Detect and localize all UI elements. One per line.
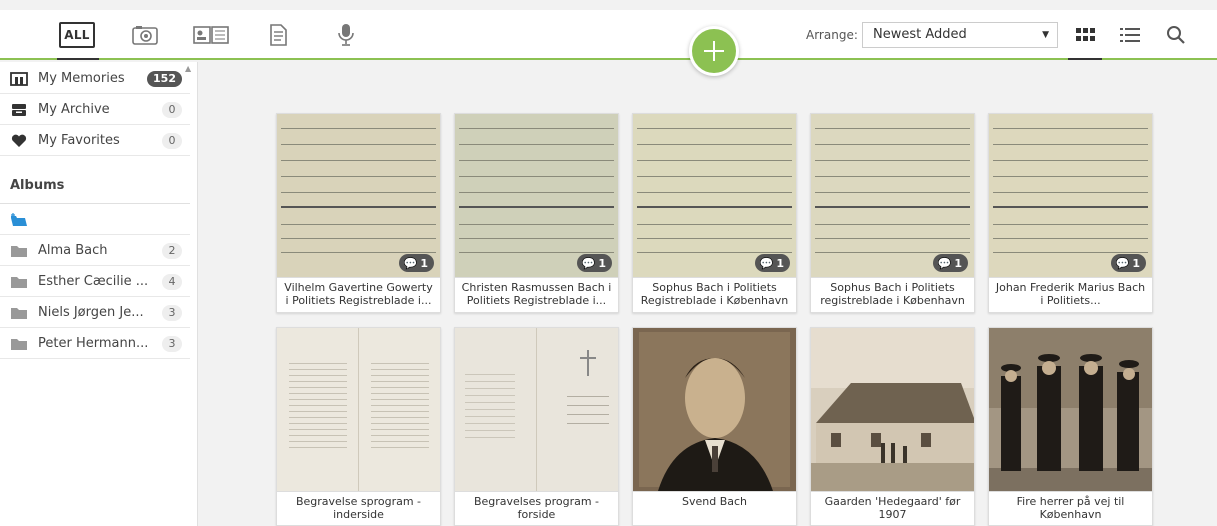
book-icon	[193, 26, 229, 44]
comment-count-badge: 💬 1	[1110, 254, 1146, 272]
filter-all-label: ALL	[64, 28, 90, 42]
sidebar-item-my-favorites[interactable]: My Favorites 0	[0, 126, 190, 156]
card-caption: Begravelses program - forside	[455, 491, 618, 524]
arrange-select[interactable]: Newest Added ▼	[862, 22, 1058, 48]
sidebar-item-my-archive[interactable]: My Archive 0	[0, 95, 190, 125]
dropdown-caret-icon: ▼	[1042, 30, 1049, 40]
memory-card[interactable]: 💬 1 Sophus Bach i Politiets Registreblade…	[632, 113, 797, 313]
search-icon	[1167, 26, 1185, 44]
plus-icon	[704, 41, 724, 61]
filter-active-underline	[57, 58, 99, 60]
camera-icon	[132, 26, 158, 45]
sidebar: My Memories 152 My Archive 0 My Favorite…	[0, 62, 198, 526]
folder-icon	[10, 305, 28, 321]
list-view-button[interactable]	[1117, 24, 1143, 46]
registration-document-thumbnail	[633, 114, 796, 277]
sidebar-item-label: My Archive	[38, 102, 110, 117]
album-count-badge: 3	[162, 304, 182, 321]
memory-card[interactable]: Begravelse sprogram - inderside	[276, 327, 441, 526]
four-men-photo-thumbnail	[989, 328, 1152, 491]
filter-audio-button[interactable]	[333, 22, 359, 48]
new-album-button[interactable]	[0, 205, 190, 235]
view-active-underline	[1068, 58, 1102, 60]
folder-icon	[10, 336, 28, 352]
card-caption: Johan Frederik Marius Bach i Politiets..…	[989, 277, 1152, 310]
memory-card[interactable]: Gaarden 'Hedegaard' før 1907	[810, 327, 975, 526]
memory-card[interactable]: Svend Bach	[632, 327, 797, 526]
card-caption: Christen Rasmussen Bach i Politiets Regi…	[455, 277, 618, 310]
comment-icon: 💬	[759, 256, 774, 270]
folder-icon	[10, 274, 28, 290]
funeral-program-thumbnail	[277, 328, 440, 491]
new-folder-icon	[10, 212, 28, 228]
album-count-badge: 3	[162, 335, 182, 352]
memory-card[interactable]: 💬 1 Vilhelm Gavertine Gowerty i Politiets…	[276, 113, 441, 313]
comment-count-badge: 💬 1	[932, 254, 968, 272]
memory-card[interactable]: 💬 1 Sophus Bach i Politiets registreblade…	[810, 113, 975, 313]
folder-icon	[10, 243, 28, 259]
filter-all-button[interactable]: ALL	[59, 22, 95, 48]
album-count-badge: 2	[162, 242, 182, 259]
comment-icon: 💬	[581, 256, 596, 270]
memory-card[interactable]: Begravelses program - forside	[454, 327, 619, 526]
archive-icon	[10, 102, 28, 118]
portrait-photo-thumbnail	[633, 328, 796, 491]
album-item-alma-bach[interactable]: Alma Bach 2	[0, 236, 190, 266]
memory-card[interactable]: Fire herrer på vej til København	[988, 327, 1153, 526]
sidebar-item-label: My Memories	[38, 71, 125, 86]
album-item-esther[interactable]: Esther Cæcilie ... 4	[0, 267, 190, 297]
card-caption: Vilhelm Gavertine Gowerty i Politiets Re…	[277, 277, 440, 310]
comment-icon: 💬	[937, 256, 952, 270]
divider	[0, 203, 190, 204]
card-caption: Sophus Bach i Politiets Registreblade i …	[633, 277, 796, 310]
card-caption: Sophus Bach i Politiets registreblade i …	[811, 277, 974, 310]
grid-icon	[1076, 28, 1095, 41]
album-item-niels[interactable]: Niels Jørgen Je... 3	[0, 298, 190, 328]
album-label: Alma Bach	[38, 243, 108, 258]
microphone-icon	[338, 24, 354, 46]
filter-photos-button[interactable]	[130, 22, 160, 48]
album-label: Peter Hermann...	[38, 336, 149, 351]
album-count-badge: 4	[162, 273, 182, 290]
sidebar-item-label: My Favorites	[38, 133, 120, 148]
heart-icon	[10, 133, 28, 149]
sidebar-item-my-memories[interactable]: My Memories 152	[0, 64, 190, 94]
album-label: Niels Jørgen Je...	[38, 305, 144, 320]
memory-card[interactable]: 💬 1 Christen Rasmussen Bach i Politiets R…	[454, 113, 619, 313]
filter-documents-button[interactable]	[265, 22, 291, 48]
registration-document-thumbnail	[989, 114, 1152, 277]
farmhouse-photo-thumbnail	[811, 328, 974, 491]
registration-document-thumbnail	[277, 114, 440, 277]
memory-card[interactable]: 💬 1 Johan Frederik Marius Bach i Politiet…	[988, 113, 1153, 313]
comment-count-badge: 💬 1	[576, 254, 612, 272]
album-label: Esther Cæcilie ...	[38, 274, 149, 289]
comment-icon: 💬	[1115, 256, 1130, 270]
registration-document-thumbnail	[455, 114, 618, 277]
scroll-up-arrow-icon[interactable]: ▲	[185, 64, 191, 73]
filter-stories-button[interactable]	[191, 22, 231, 48]
albums-heading: Albums	[10, 178, 65, 193]
card-caption: Gaarden 'Hedegaard' før 1907	[811, 491, 974, 524]
card-caption: Svend Bach	[633, 491, 796, 511]
comment-count-badge: 💬 1	[754, 254, 790, 272]
card-caption: Fire herrer på vej til København	[989, 491, 1152, 524]
favorites-count-badge: 0	[162, 132, 182, 149]
comment-count-badge: 💬 1	[398, 254, 434, 272]
top-toolbar: ALL Arrange: Newest Added ▼	[0, 10, 1217, 60]
comment-icon: 💬	[403, 256, 418, 270]
memories-icon	[10, 71, 28, 87]
list-icon	[1120, 28, 1140, 42]
funeral-program-thumbnail	[455, 328, 618, 491]
arrange-label: Arrange:	[806, 28, 858, 42]
memories-count-badge: 152	[147, 70, 182, 87]
registration-document-thumbnail	[811, 114, 974, 277]
add-memory-button[interactable]	[689, 26, 739, 76]
card-caption: Begravelse sprogram - inderside	[277, 491, 440, 524]
arrange-selected-value: Newest Added	[873, 27, 967, 42]
album-item-peter[interactable]: Peter Hermann... 3	[0, 329, 190, 359]
document-icon	[270, 24, 287, 46]
search-button[interactable]	[1163, 24, 1189, 46]
grid-view-button[interactable]	[1073, 24, 1099, 46]
archive-count-badge: 0	[162, 101, 182, 118]
